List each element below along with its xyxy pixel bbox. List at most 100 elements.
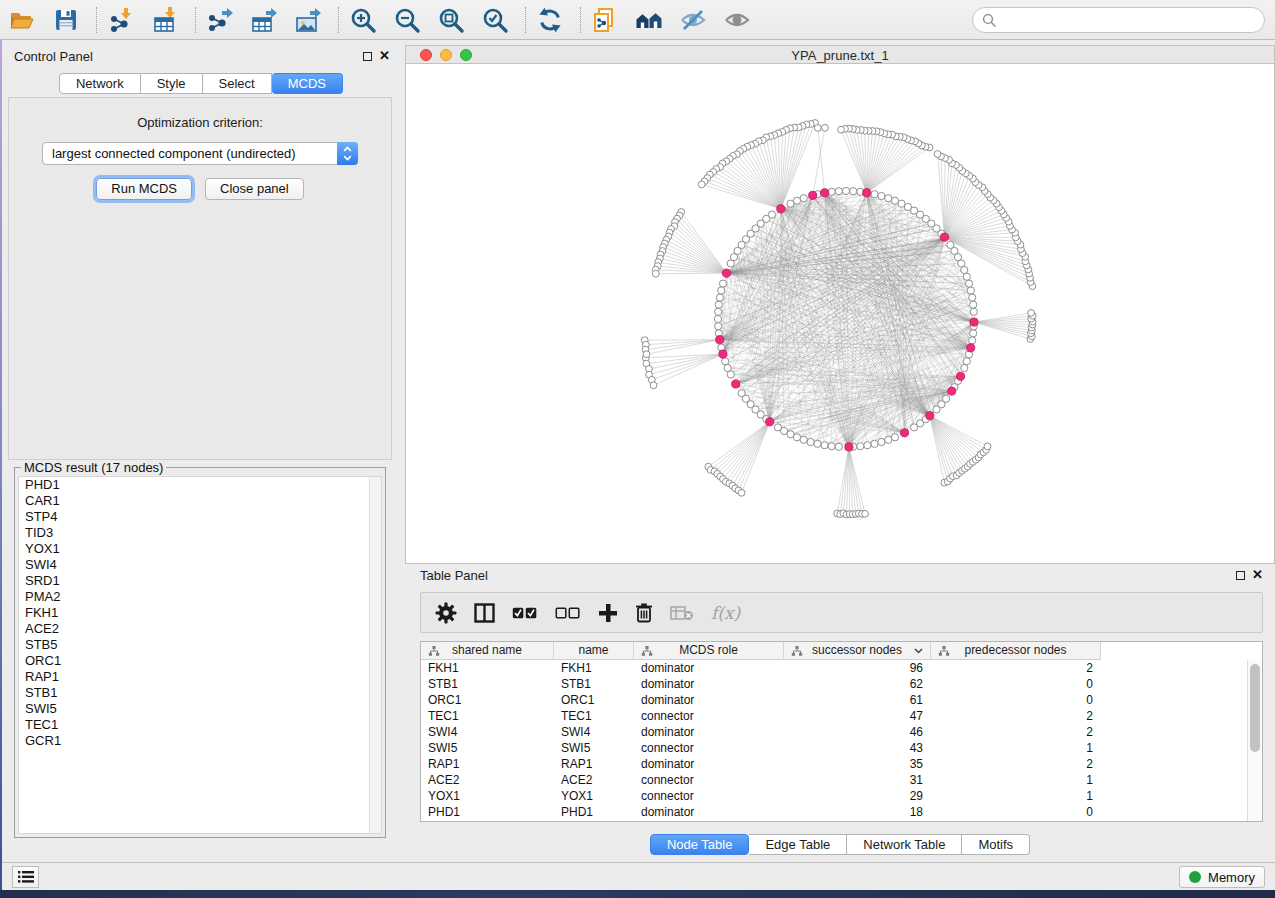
- table-settings-icon[interactable]: [435, 602, 457, 624]
- cell-name: SWI5: [554, 740, 634, 756]
- node-table: shared namenameMCDS rolesuccessor nodesp…: [420, 641, 1263, 822]
- table-row[interactable]: TEC1TEC1connector472: [421, 708, 1247, 724]
- tab-network-table[interactable]: Network Table: [847, 834, 962, 855]
- criterion-value: largest connected component (undirected): [52, 146, 296, 161]
- desktop-edge: [0, 40, 2, 890]
- tab-select[interactable]: Select: [203, 73, 272, 94]
- cell-mcds_role: connector: [634, 772, 784, 788]
- save-icon[interactable]: [52, 6, 80, 34]
- toolbar-separator: [338, 7, 339, 33]
- column-header-successor-nodes[interactable]: successor nodes: [784, 642, 931, 660]
- function-builder-icon[interactable]: f(x): [711, 603, 740, 623]
- table-scrollbar-thumb[interactable]: [1250, 664, 1260, 752]
- table-row[interactable]: SWI4SWI4dominator462: [421, 724, 1247, 740]
- cell-shared_name: SWI5: [421, 740, 554, 756]
- export-table-icon[interactable]: [250, 6, 278, 34]
- close-table-panel-icon[interactable]: ✕: [1252, 567, 1263, 582]
- table-row[interactable]: YOX1YOX1connector291: [421, 788, 1247, 804]
- column-header-name[interactable]: name: [554, 642, 634, 660]
- column-header-MCDS-role[interactable]: MCDS role: [634, 642, 784, 660]
- tab-style[interactable]: Style: [141, 73, 203, 94]
- show-all-icon[interactable]: [723, 6, 751, 34]
- cell-predecessors: 0: [931, 692, 1101, 708]
- mcds-result-item[interactable]: TID3: [19, 525, 381, 541]
- zoom-fit-icon[interactable]: [437, 6, 465, 34]
- cell-successors: 62: [784, 676, 931, 692]
- mcds-result-item[interactable]: YOX1: [19, 541, 381, 557]
- import-network-icon[interactable]: [107, 6, 135, 34]
- table-row[interactable]: PHD1PHD1dominator180: [421, 804, 1247, 820]
- add-column-icon[interactable]: [598, 603, 618, 623]
- column-select-icon[interactable]: [474, 603, 495, 623]
- memory-button[interactable]: Memory: [1179, 866, 1265, 888]
- cell-name: PHD1: [554, 804, 634, 820]
- export-image-icon[interactable]: [294, 6, 322, 34]
- refresh-icon[interactable]: [536, 6, 564, 34]
- mcds-result-item[interactable]: ACE2: [19, 621, 381, 637]
- tab-mcds[interactable]: MCDS: [272, 73, 343, 94]
- float-panel-icon[interactable]: [363, 52, 372, 61]
- tab-network[interactable]: Network: [59, 73, 141, 94]
- table-row[interactable]: ORC1ORC1dominator610: [421, 692, 1247, 708]
- zoom-out-icon[interactable]: [393, 6, 421, 34]
- mcds-result-item[interactable]: STB1: [19, 685, 381, 701]
- mcds-result-item[interactable]: FKH1: [19, 605, 381, 621]
- cell-predecessors: 0: [931, 676, 1101, 692]
- criterion-dropdown[interactable]: largest connected component (undirected): [42, 142, 358, 165]
- cell-name: ORC1: [554, 692, 634, 708]
- mcds-result-item[interactable]: CAR1: [19, 493, 381, 509]
- mcds-result-item[interactable]: TEC1: [19, 717, 381, 733]
- task-history-button[interactable]: [12, 866, 39, 888]
- mcds-result-item[interactable]: GCR1: [19, 733, 381, 749]
- table-row[interactable]: RAP1RAP1dominator352: [421, 756, 1247, 772]
- column-header-predecessor-nodes[interactable]: predecessor nodes: [931, 642, 1101, 660]
- mcds-result-item[interactable]: SWI4: [19, 557, 381, 573]
- cell-shared_name: PHD1: [421, 804, 554, 820]
- mcds-result-item[interactable]: STB5: [19, 637, 381, 653]
- table-scrollbar[interactable]: [1247, 660, 1262, 821]
- column-header-shared-name[interactable]: shared name: [421, 642, 554, 660]
- search-icon: [982, 13, 997, 28]
- mcds-result-item[interactable]: STP4: [19, 509, 381, 525]
- clone-network-icon[interactable]: [591, 6, 619, 34]
- tab-node-table[interactable]: Node Table: [650, 834, 750, 855]
- mcds-result-item[interactable]: SRD1: [19, 573, 381, 589]
- mcds-result-item[interactable]: ORC1: [19, 653, 381, 669]
- first-neighbors-icon[interactable]: [635, 6, 663, 34]
- table-row[interactable]: SWI5SWI5connector431: [421, 740, 1247, 756]
- hide-selected-icon[interactable]: [679, 6, 707, 34]
- run-mcds-button[interactable]: Run MCDS: [96, 178, 192, 200]
- cell-name: SWI4: [554, 724, 634, 740]
- cell-successors: 46: [784, 724, 931, 740]
- close-panel-icon[interactable]: ✕: [379, 48, 390, 63]
- mcds-list-scrollbar[interactable]: [369, 477, 381, 833]
- delete-column-icon[interactable]: [635, 602, 653, 623]
- table-row[interactable]: STB1STB1dominator620: [421, 676, 1247, 692]
- task-list-icon: [18, 870, 34, 884]
- zoom-selected-icon[interactable]: [481, 6, 509, 34]
- open-file-icon[interactable]: [8, 6, 36, 34]
- select-all-icon[interactable]: [512, 606, 538, 620]
- delete-table-icon[interactable]: [670, 605, 694, 621]
- mcds-result-item[interactable]: RAP1: [19, 669, 381, 685]
- search-input[interactable]: [972, 7, 1265, 33]
- tab-edge-table[interactable]: Edge Table: [749, 834, 847, 855]
- mcds-result-item[interactable]: PMA2: [19, 589, 381, 605]
- table-row[interactable]: ACE2ACE2connector311: [421, 772, 1247, 788]
- cell-predecessors: 1: [931, 740, 1101, 756]
- import-table-icon[interactable]: [151, 6, 179, 34]
- table-row[interactable]: FKH1FKH1dominator962: [421, 660, 1247, 676]
- unselect-all-icon[interactable]: [555, 606, 581, 620]
- mcds-result-item[interactable]: SWI5: [19, 701, 381, 717]
- table-panel: Table Panel ✕: [405, 564, 1275, 862]
- mcds-result-item[interactable]: PHD1: [19, 477, 381, 493]
- export-network-icon[interactable]: [206, 6, 234, 34]
- float-table-panel-icon[interactable]: [1236, 571, 1245, 580]
- tab-motifs[interactable]: Motifs: [962, 834, 1030, 855]
- network-canvas[interactable]: [405, 63, 1275, 564]
- zoom-in-icon[interactable]: [349, 6, 377, 34]
- app-window: Control Panel ✕ NetworkStyleSelectMCDS O…: [0, 0, 1275, 890]
- close-panel-button[interactable]: Close panel: [205, 178, 304, 200]
- network-graph[interactable]: [406, 64, 1274, 563]
- cell-name: ACE2: [554, 772, 634, 788]
